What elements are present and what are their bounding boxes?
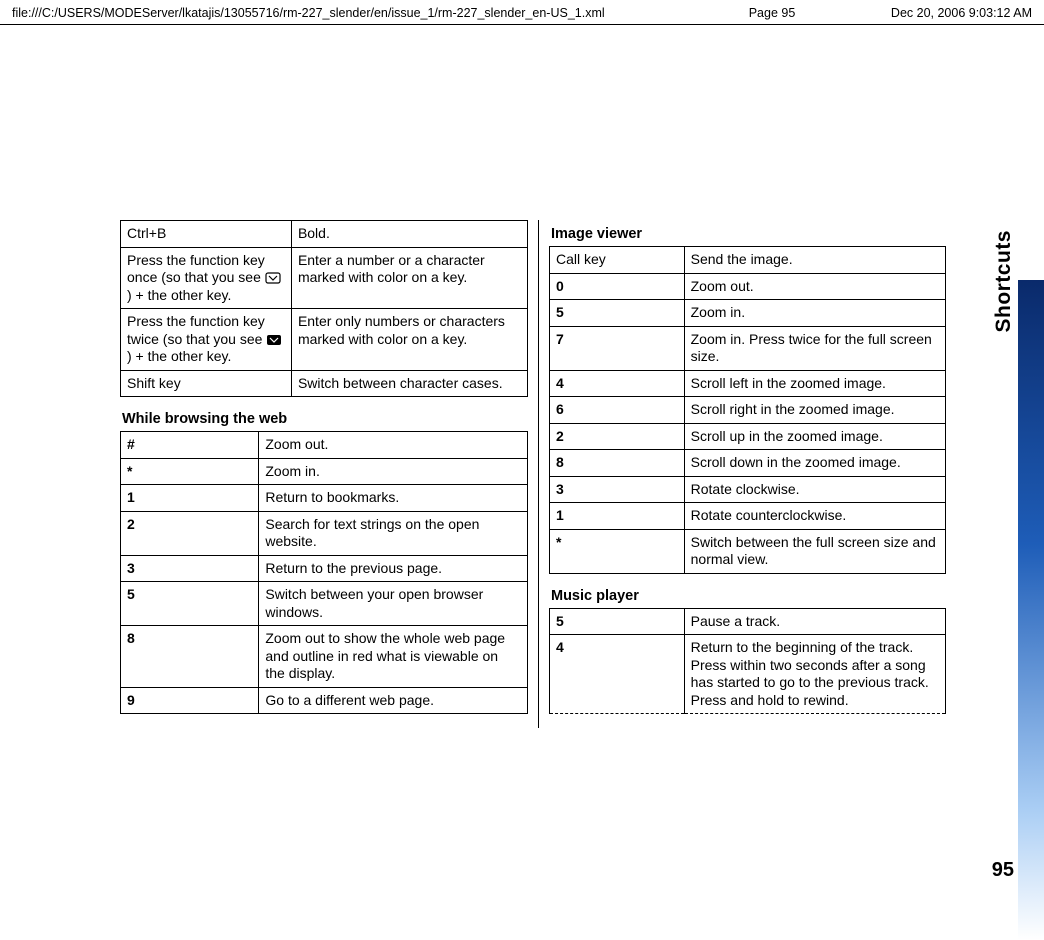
key-cell: 5 xyxy=(121,582,259,626)
table-row: 2Scroll up in the zoomed image. xyxy=(550,423,946,450)
desc-cell: Return to the beginning of the track. Pr… xyxy=(684,635,945,714)
desc-cell: Scroll right in the zoomed image. xyxy=(684,397,945,424)
key-cell: 1 xyxy=(550,503,685,530)
desc-cell: Zoom in. Press twice for the full screen… xyxy=(684,326,945,370)
text-editing-table: Ctrl+B Bold. Press the function key once… xyxy=(120,220,528,397)
table-row: 8Zoom out to show the whole web page and… xyxy=(121,626,528,688)
key-cell: 5 xyxy=(550,608,685,635)
key-suffix: ) + the other key. xyxy=(127,287,231,303)
key-cell: Shift key xyxy=(121,370,292,397)
desc-cell: Switch between the full screen size and … xyxy=(684,529,945,573)
desc-cell: Enter a number or a character marked wit… xyxy=(291,247,527,309)
right-column: Image viewer Call keySend the image. 0Zo… xyxy=(538,220,956,728)
desc-cell: Switch between your open browser windows… xyxy=(259,582,528,626)
table-row: *Switch between the full screen size and… xyxy=(550,529,946,573)
desc-cell: Return to bookmarks. xyxy=(259,485,528,512)
key-cell: 4 xyxy=(550,370,685,397)
key-cell: Press the function key twice (so that yo… xyxy=(121,309,292,371)
key-cell: 9 xyxy=(121,687,259,714)
image-viewer-table: Call keySend the image. 0Zoom out. 5Zoom… xyxy=(549,246,946,574)
image-viewer-title: Image viewer xyxy=(551,226,946,242)
key-cell: 2 xyxy=(121,511,259,555)
browsing-title: While browsing the web xyxy=(122,411,528,427)
key-cell: 6 xyxy=(550,397,685,424)
desc-cell: Rotate counterclockwise. xyxy=(684,503,945,530)
desc-cell: Scroll up in the zoomed image. xyxy=(684,423,945,450)
table-row: Press the function key twice (so that yo… xyxy=(121,309,528,371)
table-row: 3Rotate clockwise. xyxy=(550,476,946,503)
columns: Ctrl+B Bold. Press the function key once… xyxy=(0,220,1044,728)
music-player-table: 5Pause a track. 4Return to the beginning… xyxy=(549,608,946,715)
desc-cell: Return to the previous page. xyxy=(259,555,528,582)
table-row: Ctrl+B Bold. xyxy=(121,221,528,248)
music-player-title: Music player xyxy=(551,588,946,604)
table-row: Call keySend the image. xyxy=(550,247,946,274)
key-cell: * xyxy=(121,458,259,485)
key-cell: 5 xyxy=(550,300,685,327)
table-row: 5Zoom in. xyxy=(550,300,946,327)
key-cell: Call key xyxy=(550,247,685,274)
desc-cell: Zoom out. xyxy=(684,273,945,300)
table-row: 5Pause a track. xyxy=(550,608,946,635)
table-row: 1Rotate counterclockwise. xyxy=(550,503,946,530)
table-row: 4Return to the beginning of the track. P… xyxy=(550,635,946,714)
table-row: 8Scroll down in the zoomed image. xyxy=(550,450,946,477)
desc-cell: Bold. xyxy=(291,221,527,248)
page: { "header": { "path": "file:///C:/USERS/… xyxy=(0,0,1044,940)
desc-cell: Zoom in. xyxy=(259,458,528,485)
header-page: Page 95 xyxy=(712,6,832,20)
left-column: Ctrl+B Bold. Press the function key once… xyxy=(120,220,538,728)
key-cell: 1 xyxy=(121,485,259,512)
key-prefix: Press the function key once (so that you… xyxy=(127,252,265,286)
fn-once-icon xyxy=(265,270,281,286)
table-row: 3Return to the previous page. xyxy=(121,555,528,582)
desc-cell: Switch between character cases. xyxy=(291,370,527,397)
table-row: 1Return to bookmarks. xyxy=(121,485,528,512)
fn-twice-icon xyxy=(266,332,282,348)
key-cell: 7 xyxy=(550,326,685,370)
desc-cell: Scroll down in the zoomed image. xyxy=(684,450,945,477)
desc-cell: Send the image. xyxy=(684,247,945,274)
table-row: Shift key Switch between character cases… xyxy=(121,370,528,397)
print-header: file:///C:/USERS/MODEServer/lkatajis/130… xyxy=(0,0,1044,25)
desc-cell: Scroll left in the zoomed image. xyxy=(684,370,945,397)
table-row: 9Go to a different web page. xyxy=(121,687,528,714)
key-suffix: ) + the other key. xyxy=(127,348,231,364)
key-cell: 8 xyxy=(550,450,685,477)
key-cell: 4 xyxy=(550,635,685,714)
table-row: 4Scroll left in the zoomed image. xyxy=(550,370,946,397)
key-cell: 3 xyxy=(121,555,259,582)
table-row: 5Switch between your open browser window… xyxy=(121,582,528,626)
table-row: 6Scroll right in the zoomed image. xyxy=(550,397,946,424)
desc-cell: Zoom in. xyxy=(684,300,945,327)
desc-cell: Enter only numbers or characters marked … xyxy=(291,309,527,371)
table-row: 7Zoom in. Press twice for the full scree… xyxy=(550,326,946,370)
key-cell: Ctrl+B xyxy=(121,221,292,248)
desc-cell: Zoom out to show the whole web page and … xyxy=(259,626,528,688)
browsing-table: #Zoom out. *Zoom in. 1Return to bookmark… xyxy=(120,431,528,714)
table-row: *Zoom in. xyxy=(121,458,528,485)
key-cell: 8 xyxy=(121,626,259,688)
desc-cell: Rotate clockwise. xyxy=(684,476,945,503)
desc-cell: Search for text strings on the open webs… xyxy=(259,511,528,555)
desc-cell: Zoom out. xyxy=(259,432,528,459)
key-cell: 2 xyxy=(550,423,685,450)
table-row: #Zoom out. xyxy=(121,432,528,459)
desc-cell: Go to a different web page. xyxy=(259,687,528,714)
body-area: Ctrl+B Bold. Press the function key once… xyxy=(0,220,1044,930)
table-row: 2Search for text strings on the open web… xyxy=(121,511,528,555)
key-cell: * xyxy=(550,529,685,573)
key-cell: 3 xyxy=(550,476,685,503)
table-row: 0Zoom out. xyxy=(550,273,946,300)
key-cell: # xyxy=(121,432,259,459)
key-cell: Press the function key once (so that you… xyxy=(121,247,292,309)
table-row: Press the function key once (so that you… xyxy=(121,247,528,309)
header-path: file:///C:/USERS/MODEServer/lkatajis/130… xyxy=(12,6,712,20)
key-prefix: Press the function key twice (so that yo… xyxy=(127,313,266,347)
desc-cell: Pause a track. xyxy=(684,608,945,635)
key-cell: 0 xyxy=(550,273,685,300)
